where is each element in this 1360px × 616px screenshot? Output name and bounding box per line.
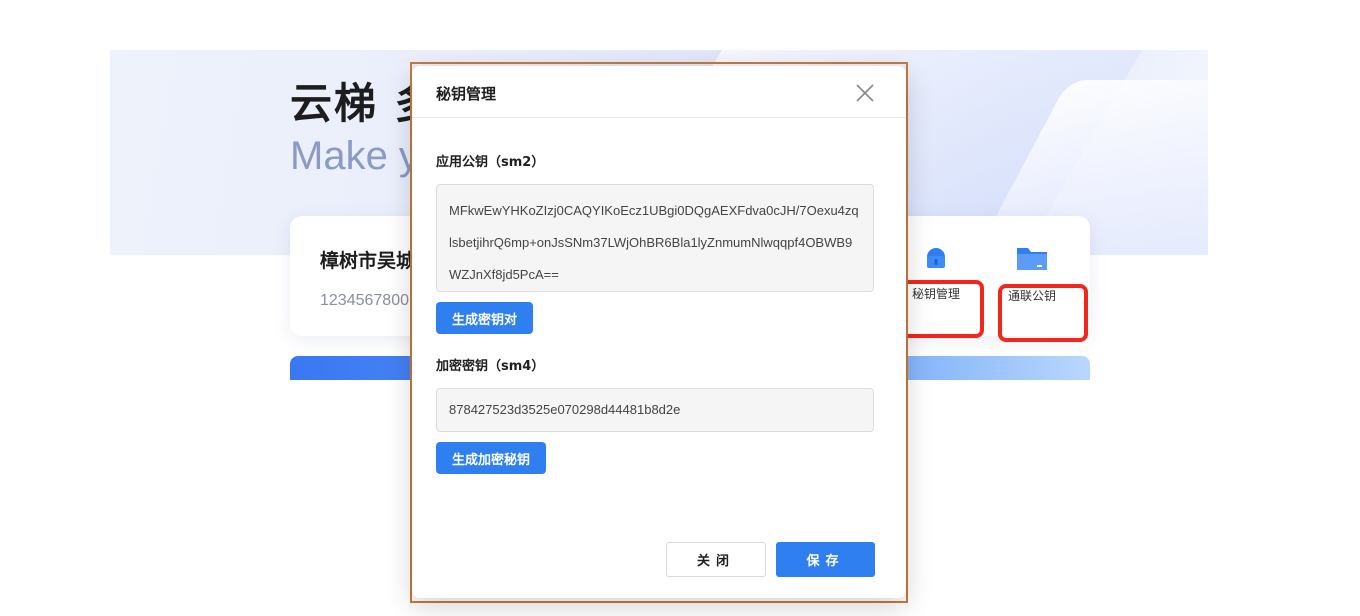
close-button[interactable]: 关闭 (666, 542, 766, 577)
app-public-key-field[interactable]: MFkwEwYHKoZIzj0CAQYIKoEcz1UBgi0DQgAEXFdv… (436, 184, 874, 292)
company-code: 1234567800 (320, 292, 409, 309)
hero-subtitle: Make y (290, 134, 419, 178)
dialog-header: 秘钥管理 (412, 66, 906, 118)
generate-encryption-key-button[interactable]: 生成加密秘钥 (436, 442, 547, 474)
app-public-key-label: 应用公钥（sm2） (436, 155, 545, 170)
company-name: 樟树市吴城 (320, 250, 416, 272)
highlight-box (900, 280, 984, 338)
highlight-box (998, 284, 1088, 342)
key-management-dialog: 秘钥管理 应用公钥（sm2） MFkwEwYHKoZIzj0CAQYIKoEcz… (412, 66, 906, 598)
close-icon[interactable] (854, 82, 876, 104)
encryption-key-field[interactable]: 878427523d3525e070298d44481b8d2e (436, 388, 874, 432)
folder-icon (1017, 248, 1047, 270)
generate-key-pair-button[interactable]: 生成密钥对 (436, 302, 534, 334)
dialog-title: 秘钥管理 (436, 85, 497, 103)
lock-icon (927, 248, 945, 268)
save-button[interactable]: 保存 (776, 542, 875, 577)
encryption-key-label: 加密密钥（sm4） (436, 359, 545, 374)
